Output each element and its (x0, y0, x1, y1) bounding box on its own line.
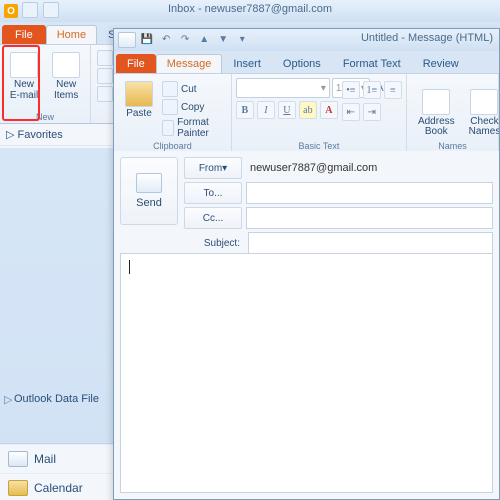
copy-button[interactable]: Copy (160, 98, 227, 116)
msg-tab-file[interactable]: File (116, 54, 156, 73)
cut-label: Cut (181, 84, 197, 95)
send-label: Send (136, 197, 162, 209)
message-title-bar: 💾 ↶ ↷ ▲ ▼ ▾ Untitled - Message (HTML) (114, 29, 499, 51)
prev-icon[interactable]: ▲ (197, 33, 211, 47)
message-body-editor[interactable] (120, 253, 493, 493)
copy-label: Copy (181, 102, 204, 113)
bullets-button[interactable]: •≡ (342, 81, 360, 99)
next-icon[interactable]: ▼ (216, 33, 230, 47)
format-painter-icon (162, 120, 174, 136)
redo-icon[interactable]: ↷ (178, 33, 192, 47)
send-icon (136, 173, 162, 193)
qat-dropdown-icon[interactable] (43, 2, 59, 18)
msg-tab-options[interactable]: Options (272, 54, 332, 73)
message-app-icon (118, 32, 136, 48)
mail-icon (8, 451, 28, 467)
save-icon[interactable] (22, 2, 38, 18)
message-qat[interactable]: 💾 ↶ ↷ ▲ ▼ ▾ (140, 33, 251, 47)
favorites-label: Favorites (18, 129, 63, 141)
send-button[interactable]: Send (120, 157, 178, 225)
ribbon-group-clipboard: Clipboard (114, 141, 231, 151)
from-button[interactable]: From ▾ (184, 157, 242, 179)
ribbon-group-new: New (0, 112, 90, 122)
message-ribbon: Paste Cut Copy Format Painter Clipboard … (114, 73, 499, 153)
paste-icon (125, 81, 153, 107)
outdent-button[interactable]: ⇤ (342, 103, 360, 121)
new-email-icon (10, 52, 38, 78)
new-items-icon (52, 52, 80, 78)
message-window-title: Untitled - Message (HTML) (361, 32, 493, 44)
text-caret (129, 260, 130, 274)
tab-home[interactable]: Home (46, 25, 97, 44)
cc-field[interactable] (246, 207, 493, 229)
font-color-button[interactable]: A (320, 101, 338, 119)
highlight-button[interactable]: ab (299, 101, 317, 119)
to-field[interactable] (246, 182, 493, 204)
nav-calendar-label: Calendar (34, 481, 83, 495)
junk-icon (97, 86, 113, 102)
new-items-label: New Items (54, 80, 78, 101)
cc-button[interactable]: Cc... (184, 207, 242, 229)
check-names-icon (470, 89, 498, 115)
format-painter-button[interactable]: Format Painter (160, 116, 227, 140)
msg-tab-format[interactable]: Format Text (332, 54, 412, 73)
indent-button[interactable]: ⇥ (363, 103, 381, 121)
format-painter-label: Format Painter (177, 117, 225, 139)
paste-label: Paste (126, 109, 152, 120)
outlook-window-title: Inbox - newuser7887@gmail.com (168, 3, 332, 15)
ignore-icon (97, 50, 113, 66)
address-book-icon (422, 89, 450, 115)
check-names-label: Check Names (469, 117, 499, 138)
subject-field[interactable] (248, 232, 493, 254)
undo-icon[interactable]: ↶ (159, 33, 173, 47)
from-value: newuser7887@gmail.com (246, 162, 493, 174)
from-label: From (199, 163, 222, 174)
bold-button[interactable]: B (236, 101, 254, 119)
outlook-title-bar: O Inbox - newuser7887@gmail.com (0, 0, 500, 22)
address-book-label: Address Book (418, 117, 455, 138)
qat-dropdown-icon[interactable]: ▾ (235, 33, 249, 47)
to-button[interactable]: To... (184, 182, 242, 204)
new-items-button[interactable]: New Items (45, 47, 87, 106)
clean-icon (97, 68, 113, 84)
font-family-select[interactable]: ▾ (236, 78, 330, 98)
msg-tab-message[interactable]: Message (156, 54, 223, 73)
copy-icon (162, 99, 178, 115)
nav-mail-label: Mail (34, 452, 56, 466)
message-ribbon-tabs: File Message Insert Options Format Text … (114, 51, 499, 73)
cut-icon (162, 81, 178, 97)
new-email-button[interactable]: New E-mail (3, 47, 45, 106)
italic-button[interactable]: I (257, 101, 275, 119)
msg-tab-review[interactable]: Review (412, 54, 470, 73)
new-email-label: New E-mail (10, 80, 38, 101)
message-window: 💾 ↶ ↷ ▲ ▼ ▾ Untitled - Message (HTML) Fi… (113, 28, 500, 500)
tab-file[interactable]: File (2, 25, 46, 44)
numbering-button[interactable]: 1≡ (363, 81, 381, 99)
account-label: Outlook Data File (14, 393, 99, 405)
message-compose-area: Send From ▾ newuser7887@gmail.com To... … (114, 151, 499, 499)
ribbon-group-names: Names (407, 141, 498, 151)
calendar-icon (8, 480, 28, 496)
subject-label: Subject: (184, 233, 244, 253)
quick-access-toolbar[interactable] (22, 2, 61, 21)
underline-button[interactable]: U (278, 101, 296, 119)
paste-button[interactable]: Paste (118, 76, 160, 125)
save-icon[interactable]: 💾 (140, 33, 154, 47)
outlook-app-icon: O (4, 4, 18, 18)
ribbon-group-basic-text: Basic Text (232, 141, 406, 151)
cut-button[interactable]: Cut (160, 80, 227, 98)
check-names-button[interactable]: Check Names (462, 84, 499, 143)
address-book-button[interactable]: Address Book (411, 84, 462, 143)
multilevel-button[interactable]: ≡ (384, 81, 402, 99)
msg-tab-insert[interactable]: Insert (222, 54, 272, 73)
